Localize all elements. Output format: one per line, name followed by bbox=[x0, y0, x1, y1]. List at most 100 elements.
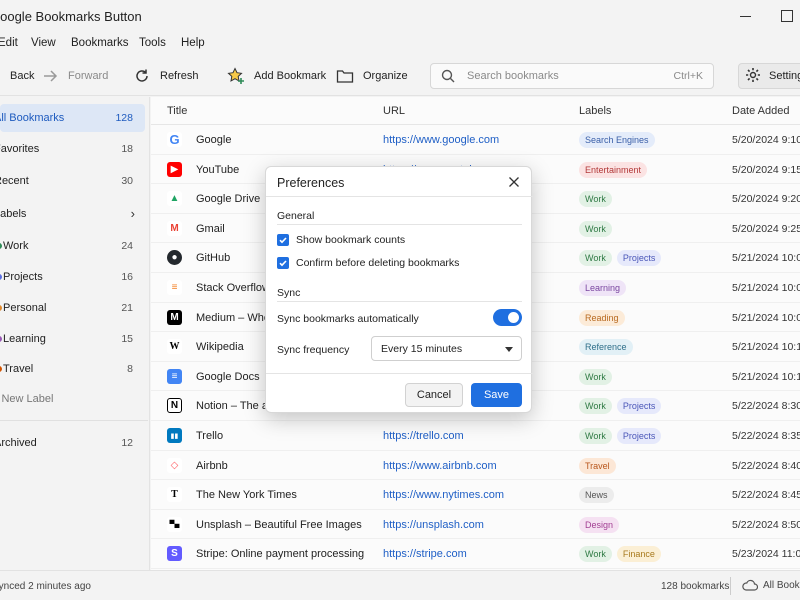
bookmark-labels: Travel bbox=[579, 457, 616, 474]
bookmark-labels: Search Engines bbox=[579, 132, 655, 148]
confirm-delete-label: Confirm before deleting bookmarks bbox=[296, 257, 460, 269]
bookmark-url[interactable]: https://www.google.com bbox=[383, 134, 499, 146]
sidebar-new-label[interactable]: + New Label bbox=[0, 385, 145, 413]
label-chip[interactable]: Projects bbox=[616, 250, 662, 267]
bookmark-date-added: 5/21/2024 10:05 AM bbox=[732, 282, 800, 294]
bookmark-url[interactable]: https://trello.com bbox=[383, 430, 464, 442]
label-chip[interactable]: Travel bbox=[579, 457, 616, 474]
bookmark-title[interactable]: Stripe: Online payment processing bbox=[196, 548, 376, 560]
close-icon[interactable] bbox=[507, 175, 521, 189]
sidebar-item-learning[interactable]: Learning 15 bbox=[0, 325, 145, 353]
label-chip[interactable]: Work bbox=[579, 250, 612, 267]
bookmark-url[interactable]: https://unsplash.com bbox=[383, 519, 484, 531]
label-color-dot bbox=[0, 243, 2, 249]
bookmark-date-added: 5/21/2024 10:15 AM bbox=[732, 370, 800, 383]
label-chip[interactable]: Reading bbox=[579, 309, 625, 326]
sidebar-item-labels[interactable]: Labels › bbox=[0, 200, 145, 228]
column-title[interactable]: Title bbox=[167, 105, 187, 117]
label-color-dot bbox=[0, 305, 2, 311]
label-chip[interactable]: Work bbox=[579, 398, 612, 415]
sidebar-item-travel[interactable]: Travel 8 bbox=[0, 355, 145, 383]
settings-button[interactable]: Settings bbox=[738, 63, 800, 89]
sidebar-item-favorites[interactable]: Favorites 18 bbox=[0, 135, 145, 163]
bookmark-url[interactable]: https://www.nytimes.com bbox=[383, 489, 504, 501]
sidebar-item-projects[interactable]: Projects 16 bbox=[0, 263, 145, 291]
bookmark-url[interactable]: https://stripe.com bbox=[383, 548, 467, 560]
maximize-button[interactable] bbox=[776, 6, 796, 26]
sidebar-item-label: All Bookmarks bbox=[0, 112, 65, 124]
table-row[interactable]: G Google https://www.google.com Search Engi… bbox=[151, 125, 800, 155]
label-chip[interactable]: Work bbox=[579, 546, 612, 563]
bookmark-labels: Learning bbox=[579, 280, 627, 296]
save-button[interactable]: Save bbox=[471, 383, 522, 407]
column-labels[interactable]: Labels bbox=[579, 105, 611, 117]
sidebar-item-archived[interactable]: Archived 12 bbox=[0, 429, 145, 457]
sidebar-item-label: Projects bbox=[3, 271, 43, 283]
confirm-delete-checkbox[interactable]: Confirm before deleting bookmarks bbox=[277, 257, 459, 269]
label-chip[interactable]: Design bbox=[579, 516, 620, 533]
menu-view[interactable]: View bbox=[31, 37, 56, 49]
checkbox-checked-icon bbox=[277, 234, 289, 246]
bookmark-date-added: 5/22/2024 8:40 AM bbox=[732, 459, 800, 472]
add-bookmark-button[interactable]: Add Bookmark bbox=[226, 64, 326, 88]
label-chip[interactable]: Entertainment bbox=[579, 161, 648, 178]
google-icon: G bbox=[167, 132, 182, 147]
label-chip[interactable]: Work bbox=[579, 191, 612, 208]
cancel-button[interactable]: Cancel bbox=[405, 383, 463, 407]
refresh-button[interactable]: Refresh bbox=[132, 64, 199, 88]
table-row[interactable]: ▮▮ Trello https://trello.com Work Projects 5/… bbox=[151, 421, 800, 451]
menu-bookmarks[interactable]: Bookmarks bbox=[71, 37, 129, 49]
label-chip[interactable]: Projects bbox=[616, 428, 662, 444]
bookmark-labels: Reference bbox=[579, 339, 633, 356]
bookmark-labels: Work Finance bbox=[579, 546, 661, 563]
sidebar-item-recent[interactable]: Recent 30 bbox=[0, 167, 145, 195]
star-plus-icon bbox=[226, 66, 246, 86]
label-chip[interactable]: Finance bbox=[616, 546, 661, 563]
label-chip[interactable]: News bbox=[579, 487, 614, 504]
window-title: Google Bookmarks Button bbox=[0, 9, 142, 24]
minimize-button[interactable] bbox=[735, 6, 755, 26]
show-counts-label: Show bookmark counts bbox=[296, 234, 406, 246]
label-chip[interactable]: Projects bbox=[616, 398, 662, 415]
table-row[interactable]: S Stripe: Online payment processing https:… bbox=[151, 539, 800, 569]
bookmark-labels: Work Projects bbox=[579, 398, 662, 415]
label-chip[interactable]: Work bbox=[579, 428, 612, 444]
sidebar-item-label: Favorites bbox=[0, 143, 40, 155]
menu-edit[interactable]: Edit bbox=[0, 37, 18, 49]
label-chip[interactable]: Learning bbox=[579, 280, 627, 296]
bookmark-title[interactable]: The New York Times bbox=[196, 489, 376, 501]
bookmark-title[interactable]: Unsplash – Beautiful Free Images bbox=[196, 519, 376, 531]
sidebar-item-all-bookmarks[interactable]: All Bookmarks 128 bbox=[0, 104, 145, 132]
column-date-added[interactable]: Date Added bbox=[732, 105, 790, 117]
bookmark-date-added: 5/20/2024 9:25 AM bbox=[732, 222, 800, 235]
sidebar-item-personal[interactable]: Personal 21 bbox=[0, 294, 145, 322]
bookmark-title[interactable]: Airbnb bbox=[196, 460, 376, 472]
checkbox-checked-icon bbox=[277, 257, 289, 269]
label-chip[interactable]: Search Engines bbox=[579, 132, 655, 148]
settings-label: Settings bbox=[769, 70, 800, 82]
organize-button[interactable]: Organize bbox=[335, 64, 408, 88]
table-row[interactable]: T The New York Times https://www.nytimes.c… bbox=[151, 480, 800, 510]
show-counts-checkbox[interactable]: Show bookmark counts bbox=[277, 234, 405, 246]
search-input[interactable]: Search bookmarks Ctrl+K bbox=[430, 63, 714, 89]
bookmark-title[interactable]: Google bbox=[196, 134, 376, 146]
menu-tools[interactable]: Tools bbox=[139, 37, 166, 49]
forward-button[interactable]: Forward bbox=[40, 64, 108, 88]
sync-auto-toggle[interactable] bbox=[493, 309, 522, 326]
bookmark-title[interactable]: Trello bbox=[196, 430, 376, 442]
trello-icon: ▮▮ bbox=[167, 428, 182, 443]
table-row[interactable]: ◇ Airbnb https://www.airbnb.com Travel 5/22/… bbox=[151, 451, 800, 481]
menu-help[interactable]: Help bbox=[181, 37, 205, 49]
table-row[interactable]: ▀▄ Unsplash – Beautiful Free Images https:… bbox=[151, 510, 800, 540]
label-chip[interactable]: Work bbox=[579, 368, 612, 385]
sidebar-item-count: 128 bbox=[115, 112, 133, 124]
sidebar-item-work[interactable]: Work 24 bbox=[0, 232, 145, 260]
bookmark-url[interactable]: https://www.airbnb.com bbox=[383, 460, 497, 472]
sync-status-text: Synced 2 minutes ago bbox=[0, 581, 91, 592]
dialog-title: Preferences bbox=[277, 176, 345, 190]
column-url[interactable]: URL bbox=[383, 105, 405, 117]
label-chip[interactable]: Work bbox=[579, 220, 612, 237]
back-button[interactable]: Back bbox=[0, 64, 34, 88]
label-chip[interactable]: Reference bbox=[579, 339, 633, 356]
sync-frequency-select[interactable]: Every 15 minutes bbox=[371, 336, 522, 361]
